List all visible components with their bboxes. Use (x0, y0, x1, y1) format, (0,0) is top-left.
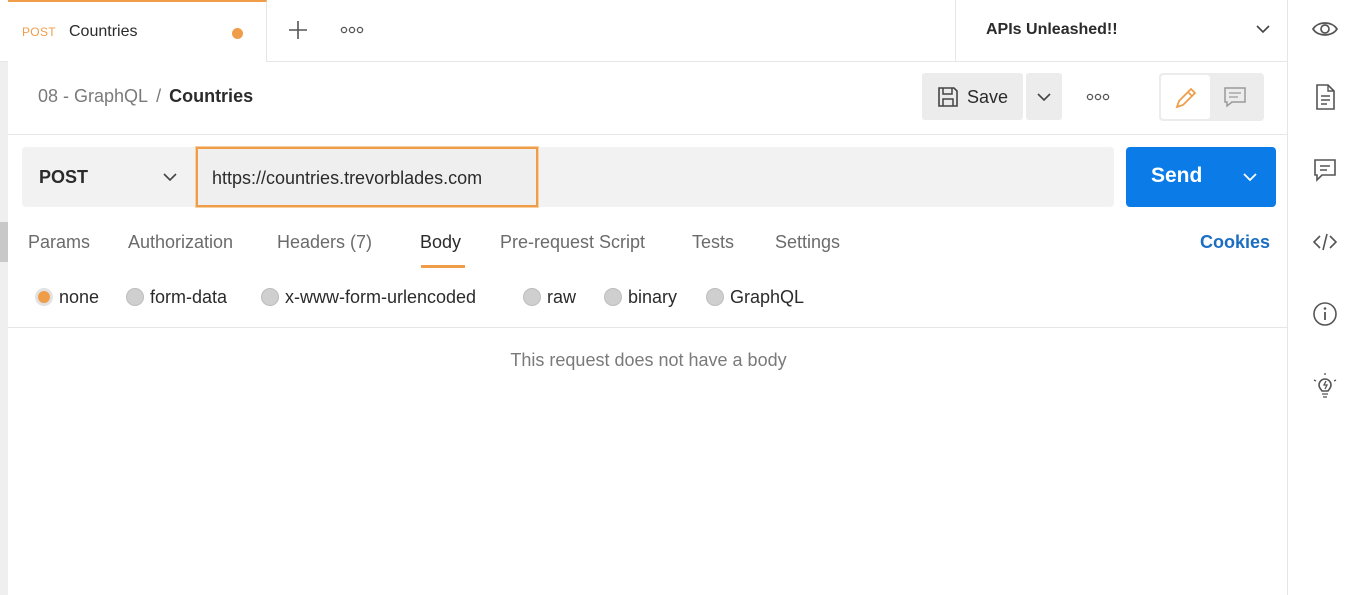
url-input[interactable]: https://countries.trevorblades.com (196, 147, 538, 207)
tab-headers[interactable]: Headers (7) (277, 232, 372, 253)
breadcrumb-collection[interactable]: 08 - GraphQL (38, 86, 148, 106)
unsaved-indicator (232, 28, 243, 39)
tab-body[interactable]: Body (420, 232, 461, 253)
tab-pre-request-script[interactable]: Pre-request Script (500, 232, 645, 253)
radio-label: GraphQL (730, 287, 805, 307)
tab-title: Countries (69, 23, 138, 40)
environment-selector[interactable]: APIs Unleashed!! (955, 0, 1287, 62)
right-sidebar (1287, 0, 1362, 595)
save-button[interactable]: Save (922, 73, 1023, 120)
pencil-icon (1175, 87, 1197, 109)
save-label: Save (967, 87, 1009, 107)
comment-icon[interactable] (1312, 156, 1338, 184)
radio-label: x-www-form-urlencoded (285, 287, 477, 307)
radio-label: binary (628, 287, 678, 307)
resize-handle[interactable] (0, 222, 8, 262)
method-label: POST (39, 167, 89, 187)
plus-icon[interactable] (286, 18, 310, 42)
tab-bar: POST Countries APIs Unleashed!! (0, 0, 1287, 62)
tab-authorization[interactable]: Authorization (128, 232, 233, 253)
save-options-button[interactable] (1026, 73, 1062, 120)
more-options-icon[interactable] (340, 22, 364, 38)
lightbulb-icon[interactable] (1312, 372, 1338, 400)
send-button[interactable]: Send (1126, 147, 1276, 207)
view-mode-toggle (1159, 73, 1264, 121)
radio-selected-icon (35, 288, 53, 306)
environment-name: APIs Unleashed!! (986, 21, 1118, 38)
comment-icon (1224, 87, 1246, 108)
eye-icon[interactable] (1311, 17, 1339, 41)
url-value: https://countries.trevorblades.com (212, 168, 483, 188)
info-icon[interactable] (1312, 300, 1338, 328)
chevron-down-icon[interactable] (1242, 169, 1258, 185)
radio-icon (604, 288, 622, 306)
radio-label: none (59, 287, 100, 307)
left-panel-edge (0, 62, 8, 595)
send-label: Send (1151, 164, 1203, 187)
chevron-down-icon (1037, 93, 1051, 102)
request-bar: POST (22, 147, 1114, 207)
tab-settings[interactable]: Settings (775, 232, 840, 253)
request-tab[interactable]: POST Countries (8, 0, 267, 62)
active-tab-indicator (421, 265, 465, 268)
chevron-down-icon (1256, 25, 1270, 34)
empty-body-message: This request does not have a body (510, 350, 787, 370)
radio-icon (706, 288, 724, 306)
chevron-down-icon (163, 173, 177, 182)
document-icon[interactable] (1312, 83, 1338, 111)
tab-method-label: POST (22, 25, 56, 39)
code-icon[interactable] (1312, 228, 1338, 256)
body-divider (8, 327, 1287, 328)
edit-mode-button[interactable] (1161, 75, 1210, 119)
breadcrumb-separator: / (156, 86, 162, 106)
tab-params[interactable]: Params (28, 232, 90, 253)
method-selector[interactable]: POST (22, 147, 193, 207)
radio-label: form-data (150, 287, 228, 307)
radio-label: raw (547, 287, 577, 307)
radio-icon (523, 288, 541, 306)
more-options-icon[interactable] (1086, 89, 1110, 105)
tab-tests[interactable]: Tests (692, 232, 734, 253)
breadcrumb: 08 - GraphQL / Countries (38, 86, 253, 107)
cookies-link[interactable]: Cookies (1200, 232, 1270, 253)
radio-icon (126, 288, 144, 306)
breadcrumb-request-name[interactable]: Countries (169, 86, 253, 106)
save-icon (938, 87, 958, 107)
radio-icon (261, 288, 279, 306)
header-divider (8, 134, 1287, 135)
